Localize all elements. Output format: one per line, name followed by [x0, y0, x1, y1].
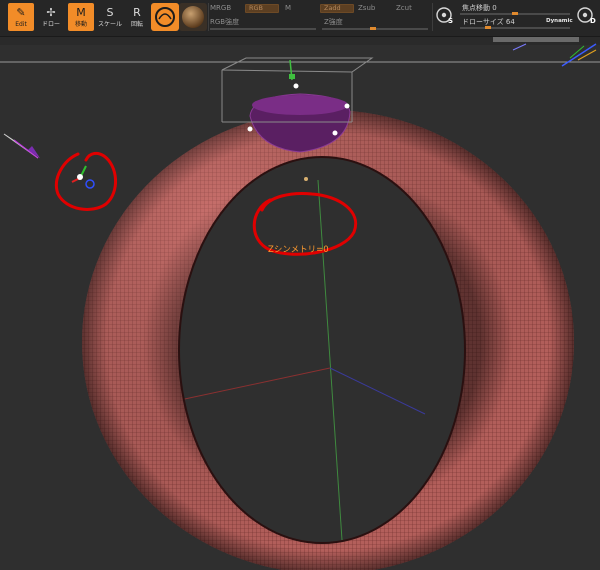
toolbar-divider [432, 3, 433, 31]
move-button[interactable]: M 移動 [68, 3, 94, 31]
3d-viewport[interactable]: Zシンメトリ=0 [0, 37, 600, 570]
edit-icon: ✎ [16, 6, 26, 19]
edit-label: Edit [15, 21, 27, 28]
zcut-label[interactable]: Zcut [396, 4, 412, 12]
rgb-chip[interactable]: RGB [245, 4, 279, 13]
edit-button[interactable]: ✎ Edit [8, 3, 34, 31]
move-icon: M [76, 6, 86, 19]
z-intensity-label: Z強度 [324, 18, 343, 26]
d-letter: D [590, 17, 596, 25]
zadd-chip[interactable]: Zadd [320, 4, 354, 13]
brush-sphere-icon [155, 7, 175, 27]
rgb-chip-label: RGB [249, 4, 264, 12]
toolbar-divider [208, 3, 209, 31]
scroll-indicator[interactable] [493, 37, 579, 42]
torus-model[interactable] [82, 110, 574, 570]
symmetry-status-label: Zシンメトリ=0 [268, 245, 329, 255]
camera-view-icon[interactable] [3, 133, 40, 159]
mrgb-label[interactable]: MRGB [210, 4, 231, 12]
material-button[interactable] [179, 3, 207, 31]
rgb-intensity-label: RGB強度 [210, 18, 240, 26]
scale-label: スケール [97, 21, 122, 28]
scale-button[interactable]: S スケール [97, 3, 123, 31]
brush-button[interactable] [151, 3, 179, 31]
move-label: 移動 [74, 21, 87, 28]
scene-svg[interactable] [0, 37, 600, 570]
draw-size-knob[interactable] [485, 26, 491, 29]
rotate-icon: R [133, 6, 141, 19]
draw-label: ドロー [41, 21, 60, 28]
z-intensity-knob[interactable] [370, 27, 376, 30]
draw-d-button[interactable]: D [576, 5, 598, 31]
zadd-chip-label: Zadd [324, 4, 341, 12]
annotation-circle-gizmo [55, 151, 117, 211]
top-toolbar: ✎ Edit ✢ ドロー M 移動 S スケール R 回転 MRGB RGB M… [0, 0, 600, 37]
scale-icon: S [106, 6, 114, 19]
axis-orientation-icon[interactable] [512, 43, 597, 67]
rotate-label: 回転 [130, 21, 143, 28]
lazy-mouse-s-button[interactable]: S [435, 5, 455, 31]
s-letter: S [448, 17, 454, 25]
focal-shift-knob[interactable] [512, 12, 518, 15]
draw-size-slider[interactable] [460, 27, 570, 29]
dynamic-label[interactable]: Dynamic [546, 18, 573, 24]
zsub-label[interactable]: Zsub [358, 4, 375, 12]
pivot-gizmo[interactable] [71, 165, 95, 189]
focal-shift-label: 焦点移動 0 [462, 4, 497, 12]
rgb-intensity-slider[interactable] [210, 28, 316, 30]
rotate-button[interactable]: R 回転 [124, 3, 150, 31]
draw-button[interactable]: ✢ ドロー [38, 3, 64, 31]
m-label[interactable]: M [285, 4, 291, 12]
draw-icon: ✢ [46, 6, 56, 19]
material-sphere-icon [182, 6, 204, 28]
